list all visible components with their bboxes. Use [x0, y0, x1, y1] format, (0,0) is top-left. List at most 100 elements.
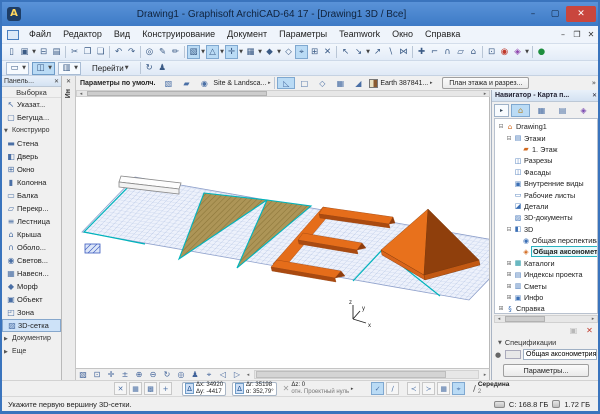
expander-icon[interactable]: ⊞ [505, 294, 513, 301]
save-icon[interactable]: ⊟ [37, 45, 50, 59]
expander-icon[interactable]: ⊞ [505, 283, 513, 290]
snap-point-setting[interactable]: ∕ Середина 2 [473, 382, 509, 395]
origin-plus-icon[interactable]: + [159, 382, 172, 395]
geometry-rotated-rectangle-icon[interactable]: ◇ [313, 77, 331, 89]
menu-design[interactable]: Конструирование [136, 26, 221, 43]
tool-door[interactable]: ◧Дверь [2, 150, 61, 163]
child-minimize-button[interactable]: – [556, 26, 570, 43]
overflow-arrow-icon[interactable]: » [592, 79, 596, 87]
navigator-scrollbar[interactable]: ◂ ▸ [494, 315, 598, 323]
expander-icon[interactable]: ⊟ [505, 226, 513, 233]
tool-stair[interactable]: ≡Лестница [2, 215, 61, 228]
infobox-scrollbar[interactable]: ◂ ▸ [76, 90, 490, 97]
open-file-icon[interactable]: ▣ [18, 45, 31, 59]
tree-item-generic-perspective[interactable]: ◉Общая перспектива [495, 235, 597, 246]
walk-icon[interactable]: ♟ [188, 369, 202, 380]
surface-flyout[interactable]: Earth 387841... ▸ [367, 77, 434, 89]
copy-icon[interactable]: ❐ [81, 45, 94, 59]
tool-beam[interactable]: ▭Балка [2, 189, 61, 202]
undo-icon[interactable]: ↶ [112, 45, 125, 59]
geometry-polygon-icon[interactable]: ◺ [277, 77, 295, 89]
tree-item-elevations[interactable]: ◫Фасады [495, 167, 597, 178]
menu-file[interactable]: Файл [23, 26, 57, 43]
pan-icon[interactable]: ✛ [104, 369, 118, 380]
tool-curtain-wall[interactable]: ▦Навесн... [2, 267, 61, 280]
delete-icon[interactable]: ✕ [321, 45, 334, 59]
polar-coordinate-box[interactable]: Δ Δr: 35198 α: 352,79° [232, 382, 277, 396]
child-close-button[interactable]: ✕ [584, 26, 598, 43]
arc-icon[interactable]: ∩ [441, 45, 454, 59]
pickup-parameters-icon[interactable]: ◆ [263, 45, 276, 59]
tool-window[interactable]: ⊞Окно [2, 163, 61, 176]
xy-coordinate-box[interactable]: Δ Δx: 34920 Δy: -4417 [182, 382, 226, 396]
grid-snap-icon[interactable]: ▦ [129, 382, 142, 395]
zoom-in-icon[interactable]: ⊕ [132, 369, 146, 380]
dz-value[interactable]: 0 [302, 382, 305, 388]
tree-item-help[interactable]: ⊞§Справка [495, 303, 597, 314]
paste-icon[interactable]: ❏ [94, 45, 107, 59]
toolbox-section-more[interactable]: ▶Еще [2, 345, 61, 358]
teamwork-icon[interactable]: ● [535, 45, 548, 59]
cut-icon[interactable]: ✂ [68, 45, 81, 59]
drag-icon[interactable]: ↖ [339, 45, 352, 59]
menu-teamwork[interactable]: Teamwork [333, 26, 386, 43]
tool-marquee[interactable]: ▢Бегуща... [2, 111, 61, 124]
tool-morph[interactable]: ◆Морф [2, 280, 61, 293]
floorplan-window-button[interactable]: ▭▼ [6, 62, 29, 75]
3d-viewport[interactable]: z y x [76, 97, 490, 368]
split-icon[interactable]: ∖ [384, 45, 397, 59]
tree-item-story-1[interactable]: ▰1. Этаж [495, 144, 597, 155]
scrollbar-thumb[interactable] [256, 371, 446, 378]
marquee-icon[interactable]: ▧ [187, 45, 200, 59]
dy-value[interactable]: -4417 [206, 389, 221, 395]
walk-icon[interactable]: ♟ [156, 61, 169, 75]
angle-value[interactable]: 352,79° [253, 389, 274, 395]
tab-view-map[interactable]: ▦ [532, 104, 551, 117]
flyout-arrow-icon[interactable]: ▸ [349, 382, 355, 396]
tool-shell[interactable]: ∩Оболо... [2, 241, 61, 254]
tracker-toggle-icon[interactable]: ✕ [114, 382, 127, 395]
maximize-button[interactable]: ▢ [544, 6, 566, 22]
scroll-left-icon[interactable]: ◂ [495, 316, 503, 322]
scrollbar-thumb[interactable] [505, 316, 545, 322]
snap-cursor-icon[interactable]: ⌖ [452, 382, 465, 395]
schedule-icon[interactable]: ⊞ [308, 45, 321, 59]
minimize-button[interactable]: – [522, 6, 544, 22]
mesh-preview-icon[interactable]: ▰ [177, 77, 195, 89]
magic-wand-icon[interactable]: ⌖ [295, 45, 308, 59]
snap-angle-icon[interactable]: ≺ [407, 382, 420, 395]
publish-icon[interactable]: ◈ [511, 45, 524, 59]
tool-mesh[interactable]: ▨3D-сетка [2, 319, 61, 332]
find-select-icon[interactable]: ◎ [143, 45, 156, 59]
zoom-plus-minus-icon[interactable]: ± [118, 369, 132, 380]
new-folder-icon[interactable]: ▣ [567, 326, 580, 335]
scroll-right-icon[interactable]: ▸ [481, 372, 489, 378]
snap-line-icon[interactable]: ∕ [386, 382, 399, 395]
specifications-header[interactable]: ▼ Спецификации [492, 337, 600, 348]
close-icon[interactable]: ✕ [592, 92, 597, 99]
menu-document[interactable]: Документ [221, 26, 273, 43]
tree-item-sections[interactable]: ◫Разрезы [495, 155, 597, 166]
3d-window-button[interactable]: ◫▼ [32, 62, 55, 75]
tree-item-lists[interactable]: ⊞▥Сметы [495, 280, 597, 291]
menu-window[interactable]: Окно [386, 26, 419, 43]
trim-icon[interactable]: ↘ [352, 45, 365, 59]
scroll-right-icon[interactable]: ▸ [589, 316, 597, 322]
tab-project-map[interactable]: ⌂ [511, 104, 530, 117]
menu-view[interactable]: Вид [108, 26, 136, 43]
z-coordinate-box[interactable]: ✕ Δz: 0 отн. Проектный нуль ▸ [283, 382, 356, 396]
tree-item-generic-axonometry[interactable]: ◈Общая аксонометрия [495, 246, 597, 257]
floorplan-section-button[interactable]: План этажа и разрез... [442, 77, 529, 89]
zoom-out-icon[interactable]: ⊖ [146, 369, 160, 380]
roof-tool-icon[interactable]: ⌂ [467, 45, 480, 59]
tool-slab[interactable]: ▱Перекр... [2, 202, 61, 215]
tree-item-schedules[interactable]: ⊞▦Каталоги [495, 258, 597, 269]
next-zoom-icon[interactable]: ▷ [230, 369, 244, 380]
pen-icon[interactable]: ✏ [169, 45, 182, 59]
tool-column[interactable]: ▮Колонна [2, 176, 61, 189]
menu-edit[interactable]: Редактор [57, 26, 108, 43]
new-file-icon[interactable]: ▯ [5, 45, 18, 59]
measure-icon[interactable]: △ [206, 45, 219, 59]
pen-sets-icon[interactable]: ✎ [156, 45, 169, 59]
scroll-left-icon[interactable]: ◂ [244, 372, 252, 378]
